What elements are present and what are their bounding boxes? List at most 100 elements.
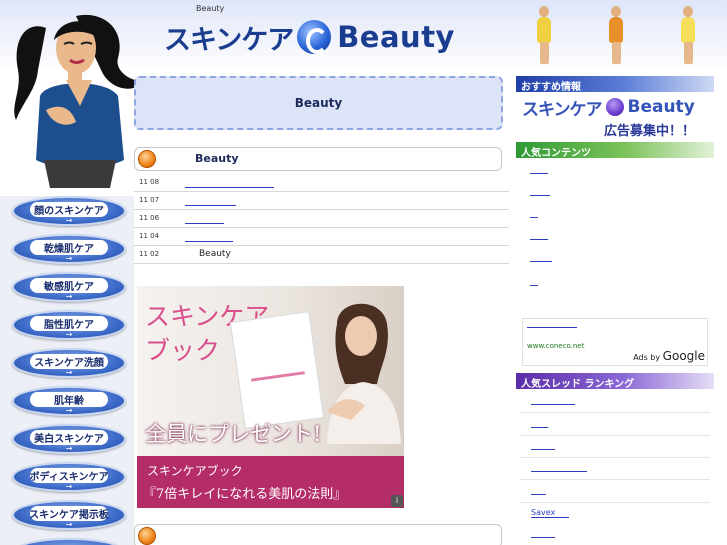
- thread-ranking-heading-bar: 人気スレッド ランキング: [516, 373, 714, 390]
- news-row: 11 07: [134, 192, 509, 210]
- nav-label: スキンケア掲示板: [29, 510, 109, 521]
- news-row: 11 08: [134, 174, 509, 192]
- news-link[interactable]: [185, 223, 224, 224]
- news-title: Beauty: [195, 152, 239, 165]
- model-figure-2: [604, 6, 628, 64]
- popular-link[interactable]: [530, 217, 538, 218]
- ad-logo-jp: スキンケア: [522, 99, 602, 120]
- nav-label: 顔のスキンケア: [34, 206, 104, 217]
- thread-divider: [520, 457, 710, 458]
- thread-divider: [520, 479, 710, 480]
- nav-skin-age-button[interactable]: 肌年齢 →: [12, 386, 126, 416]
- orange-ball-icon: [138, 150, 156, 168]
- popular-link[interactable]: [530, 173, 548, 174]
- nav-label: 乾燥肌ケア: [44, 244, 94, 255]
- popular-content-list: [520, 158, 716, 300]
- news-date: 11 06: [139, 214, 160, 222]
- arrow-right-icon: →: [65, 482, 73, 491]
- news-row: 11 04: [134, 228, 509, 246]
- ad-logo: スキンケア Beauty: [522, 96, 695, 120]
- google-ad-box: www.coneco.net Ads by Google: [522, 318, 708, 366]
- ad-logo-en: Beauty: [627, 97, 695, 117]
- woman-illustration: [14, 14, 146, 188]
- thread-link[interactable]: [531, 427, 548, 428]
- logo-swirl-icon: [297, 20, 332, 54]
- nav-dry-skin-button[interactable]: 乾燥肌ケア →: [12, 234, 126, 264]
- model-figure-1: [532, 6, 556, 64]
- news-row: 11 06: [134, 210, 509, 228]
- thread-link[interactable]: [531, 494, 546, 495]
- arrow-right-icon: →: [65, 444, 73, 453]
- recommended-heading-bar: おすすめ情報: [516, 76, 714, 93]
- popular-link[interactable]: [530, 195, 550, 196]
- banner-subtitle: スキンケアブック: [147, 464, 243, 478]
- popular-heading: 人気コンテンツ: [521, 148, 591, 159]
- arrow-right-icon: →: [65, 254, 73, 263]
- nav-oily-skin-button[interactable]: 脂性肌ケア →: [12, 310, 126, 340]
- thread-link[interactable]: [531, 449, 555, 450]
- thread-link[interactable]: [531, 537, 555, 538]
- nav-label: スキンケア洗顔: [34, 358, 104, 369]
- arrow-right-icon: →: [65, 216, 73, 225]
- news-date: 11 04: [139, 232, 160, 240]
- news-text: Beauty: [199, 249, 231, 259]
- popular-link[interactable]: [530, 239, 548, 240]
- popular-link[interactable]: [530, 261, 552, 262]
- banner-present-text: 全員にプレゼント!: [145, 422, 322, 446]
- news-date: 11 08: [139, 178, 160, 186]
- ads-by-prefix: Ads by: [633, 353, 661, 362]
- arrow-right-icon: →: [65, 292, 73, 301]
- arrow-right-icon: →: [65, 520, 73, 529]
- news-date: 11 07: [139, 196, 160, 204]
- thread-link[interactable]: [531, 471, 587, 472]
- arrow-right-icon: →: [65, 368, 73, 377]
- news-header: Beauty: [134, 147, 502, 171]
- news-link[interactable]: [185, 187, 274, 188]
- banner-bottom-strip: スキンケアブック 『7倍キレイになれる美肌の法則』: [137, 456, 404, 508]
- section-header-2: [134, 524, 502, 545]
- thread-link-savex[interactable]: Savex: [531, 508, 570, 518]
- recommended-heading: おすすめ情報: [521, 82, 581, 93]
- arrow-right-icon: →: [65, 330, 73, 339]
- nav-forum-button[interactable]: スキンケア掲示板 →: [12, 500, 126, 530]
- thread-link[interactable]: [531, 404, 575, 405]
- nav-whitening-button[interactable]: 美白スキンケア →: [12, 424, 126, 454]
- nav-label: 美白スキンケア: [34, 434, 104, 445]
- news-link[interactable]: [185, 241, 233, 242]
- google-ad-url[interactable]: www.coneco.net: [527, 342, 584, 350]
- nav-label: 肌年齢: [54, 396, 84, 407]
- ads-by-google-label[interactable]: Ads by Google: [633, 349, 705, 363]
- google-brand: Google: [662, 349, 705, 363]
- logo-swirl-icon: [605, 98, 624, 116]
- nav-face-wash-button[interactable]: スキンケア洗顔 →: [12, 348, 126, 378]
- ad-info-icon[interactable]: i: [391, 495, 403, 507]
- skincare-book-banner[interactable]: スキンケア ブック 全員にプレゼント! スキンケアブック 『7倍キレイになれる美…: [137, 286, 404, 508]
- news-row: 11 02 Beauty: [134, 246, 509, 264]
- page-title: Beauty: [294, 96, 343, 110]
- arrow-right-icon: →: [65, 406, 73, 415]
- page-title-box: Beauty: [134, 76, 503, 130]
- model-figure-3: [676, 6, 700, 64]
- logo-text-en: Beauty: [337, 20, 455, 54]
- popular-heading-bar: 人気コンテンツ: [516, 142, 714, 159]
- nav-label: ボディスキンケア: [29, 472, 109, 483]
- logo-text-jp: スキンケア: [164, 24, 294, 56]
- google-ad-link[interactable]: [527, 327, 577, 328]
- thread-divider: [520, 502, 710, 503]
- orange-ball-icon: [138, 527, 156, 545]
- nav-body-skincare-button[interactable]: ボディスキンケア →: [12, 462, 126, 492]
- site-logo[interactable]: スキンケア Beauty: [164, 14, 455, 60]
- ad-recruiting-text: 広告募集中！！: [604, 124, 696, 139]
- popular-link[interactable]: [530, 285, 538, 286]
- nav-label: 脂性肌ケア: [44, 320, 94, 331]
- nav-sensitive-skin-button[interactable]: 敏感肌ケア →: [12, 272, 126, 302]
- thread-divider: [520, 412, 710, 413]
- nav-label: 敏感肌ケア: [44, 282, 94, 293]
- banner-book-title: 『7倍キレイになれる美肌の法則』: [143, 487, 347, 502]
- nav-face-skincare-button[interactable]: 顔のスキンケア →: [12, 196, 126, 226]
- thread-divider: [520, 435, 710, 436]
- news-date: 11 02: [139, 250, 160, 258]
- news-link[interactable]: [185, 205, 236, 206]
- ad-recruit-banner[interactable]: スキンケア Beauty 広告募集中！！: [522, 96, 716, 139]
- thread-ranking-heading: 人気スレッド ランキング: [521, 379, 635, 390]
